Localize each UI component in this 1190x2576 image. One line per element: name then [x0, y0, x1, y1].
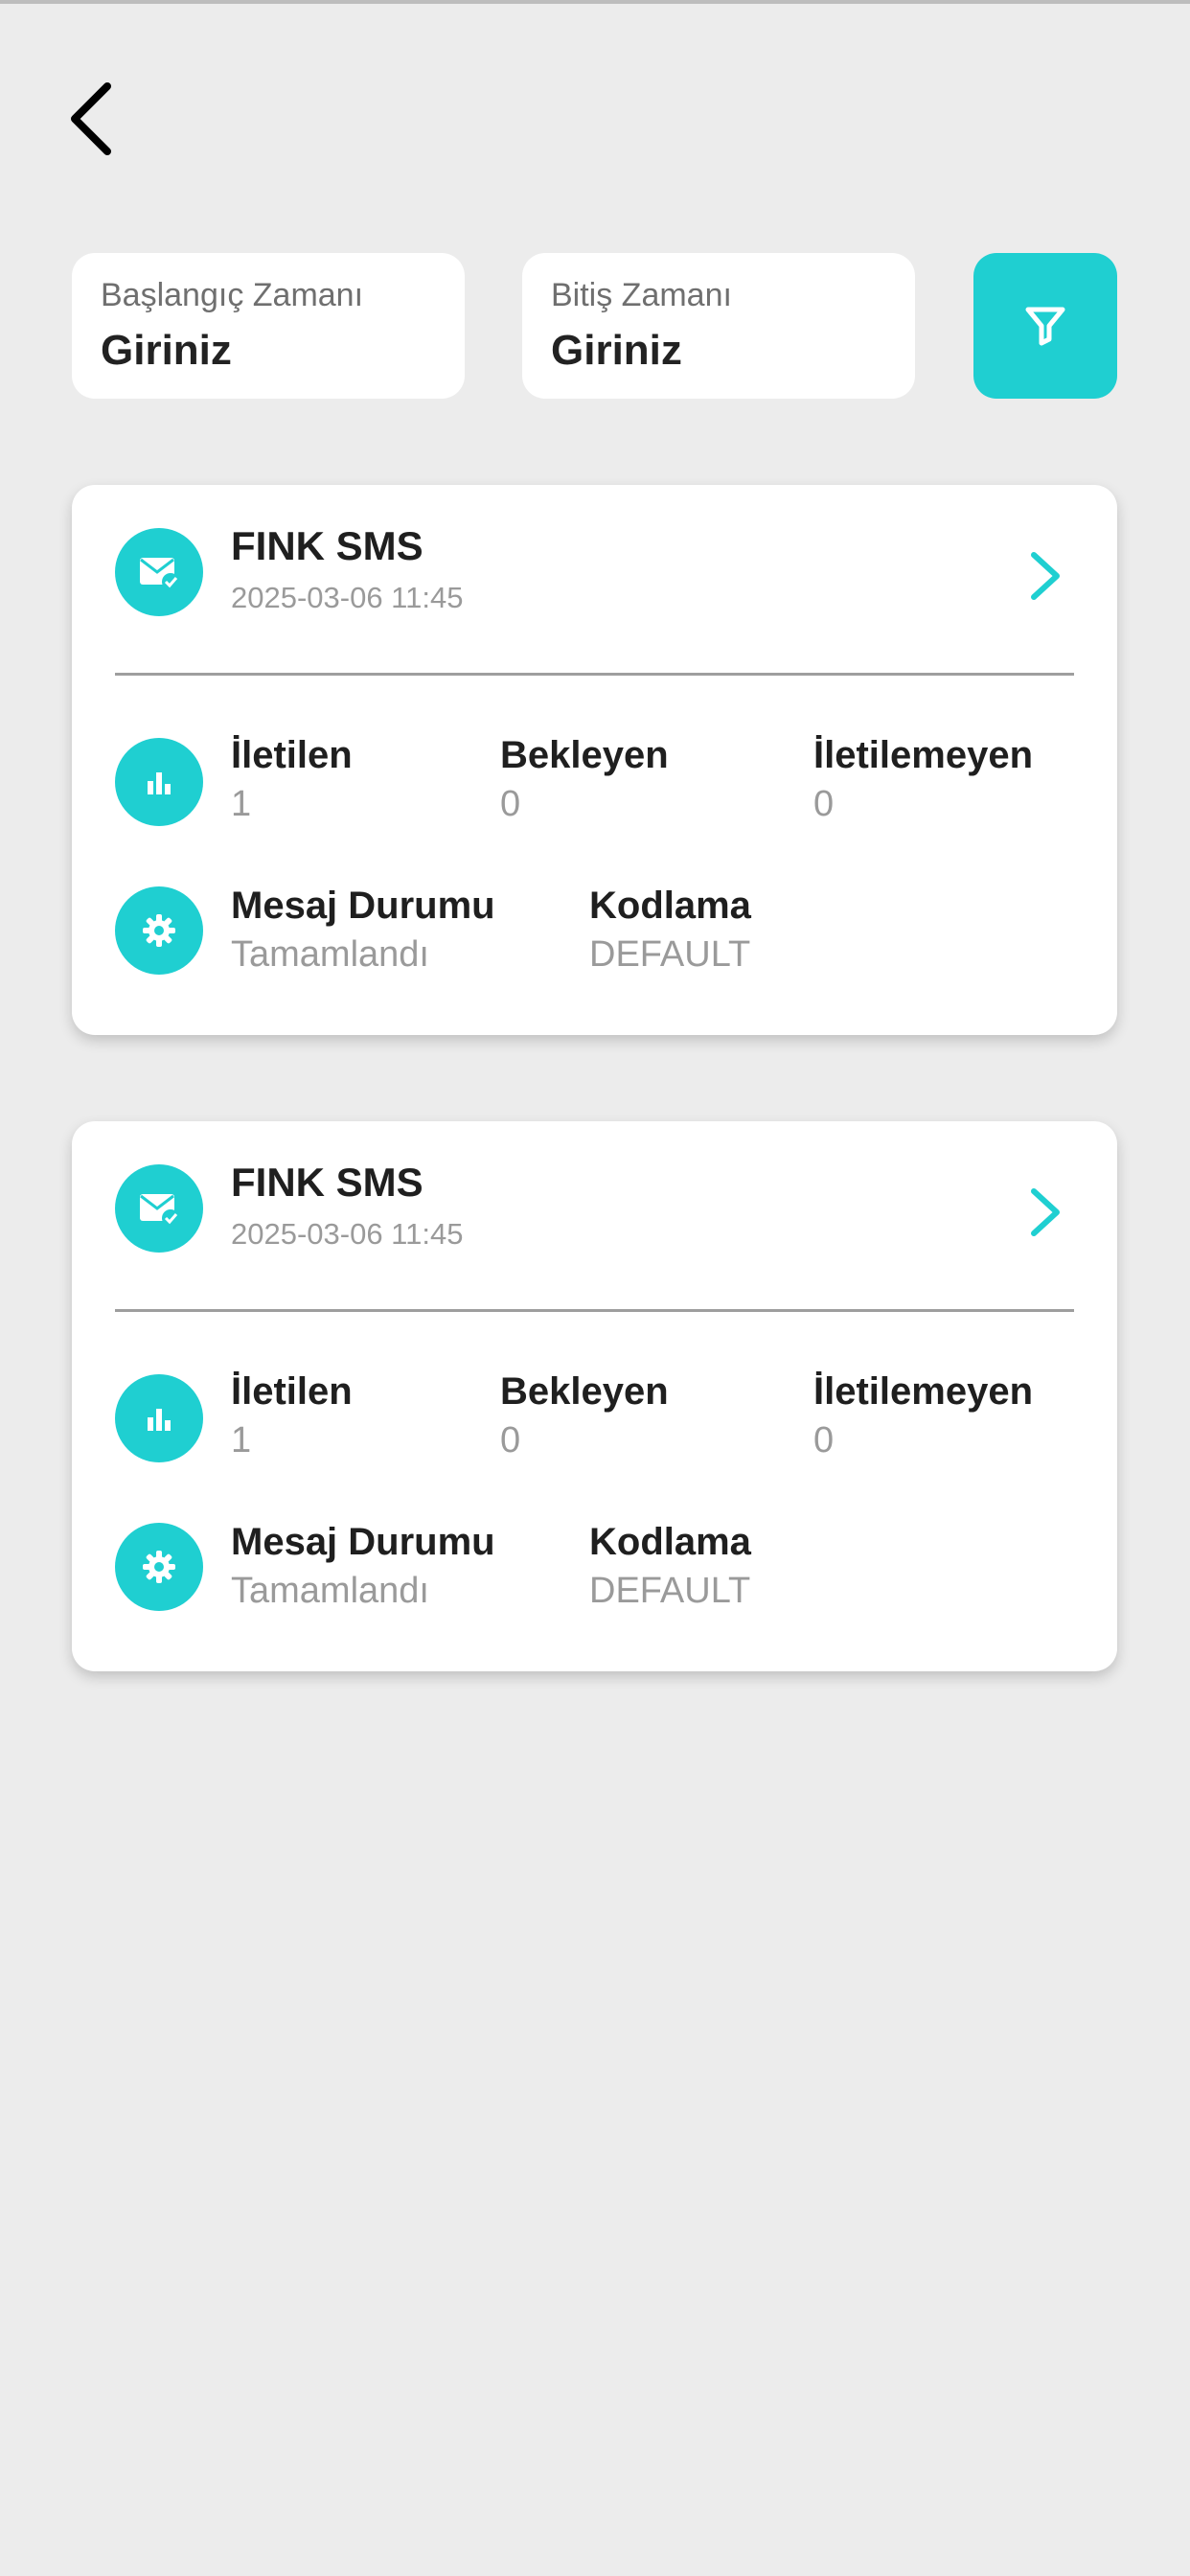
- pending-value: 0: [500, 784, 521, 824]
- undelivered-label: İletilemeyen: [813, 734, 1034, 776]
- encoding-label: Kodlama: [589, 885, 751, 927]
- mail-check-icon: [115, 1164, 203, 1253]
- encoding-value: DEFAULT: [589, 1571, 751, 1611]
- chevron-right-icon: [1031, 552, 1060, 600]
- filter-funnel-icon: [1025, 307, 1065, 346]
- sms-report-card: FINK SMS 2025-03-06 11:45 İletilen 1 Bek…: [72, 1121, 1117, 1671]
- pending-value: 0: [500, 1420, 521, 1460]
- start-time-field[interactable]: Başlangıç Zamanı Giriniz: [72, 253, 465, 399]
- card-title: FINK SMS: [231, 1160, 423, 1205]
- chevron-left-icon: [71, 82, 111, 155]
- back-button[interactable]: [57, 80, 125, 157]
- delivered-value: 1: [231, 1420, 252, 1460]
- sms-report-card: FINK SMS 2025-03-06 11:45 İletilen 1 Bek…: [72, 485, 1117, 1035]
- bar-chart-icon: [115, 1374, 203, 1462]
- card-date: 2025-03-06 11:45: [231, 581, 464, 614]
- undelivered-label: İletilemeyen: [813, 1370, 1034, 1413]
- filter-button[interactable]: [973, 253, 1117, 399]
- card-date: 2025-03-06 11:45: [231, 1217, 464, 1251]
- undelivered-value: 0: [813, 1420, 835, 1460]
- end-time-field[interactable]: Bitiş Zamanı Giriniz: [522, 253, 915, 399]
- delivered-label: İletilen: [231, 1370, 353, 1413]
- message-status-label: Mesaj Durumu: [231, 885, 495, 927]
- message-status-value: Tamamlandı: [231, 1571, 429, 1611]
- undelivered-value: 0: [813, 784, 835, 824]
- delivered-label: İletilen: [231, 734, 353, 776]
- card-divider: [115, 1309, 1074, 1312]
- start-time-value[interactable]: Giriniz: [101, 327, 436, 375]
- start-time-label: Başlangıç Zamanı: [101, 277, 364, 313]
- card-divider: [115, 673, 1074, 676]
- message-status-label: Mesaj Durumu: [231, 1521, 495, 1563]
- encoding-label: Kodlama: [589, 1521, 751, 1563]
- delivered-value: 1: [231, 784, 252, 824]
- gear-icon: [115, 1523, 203, 1611]
- card-title: FINK SMS: [231, 523, 423, 568]
- gear-icon: [115, 886, 203, 975]
- mail-check-icon: [115, 528, 203, 616]
- message-status-value: Tamamlandı: [231, 934, 429, 975]
- chevron-right-icon: [1031, 1188, 1060, 1236]
- detail-button[interactable]: [1021, 542, 1069, 610]
- end-time-value[interactable]: Giriniz: [551, 327, 886, 375]
- detail-button[interactable]: [1021, 1179, 1069, 1246]
- end-time-label: Bitiş Zamanı: [551, 277, 732, 313]
- bar-chart-icon: [115, 738, 203, 826]
- pending-label: Bekleyen: [500, 734, 669, 776]
- encoding-value: DEFAULT: [589, 934, 751, 975]
- pending-label: Bekleyen: [500, 1370, 669, 1413]
